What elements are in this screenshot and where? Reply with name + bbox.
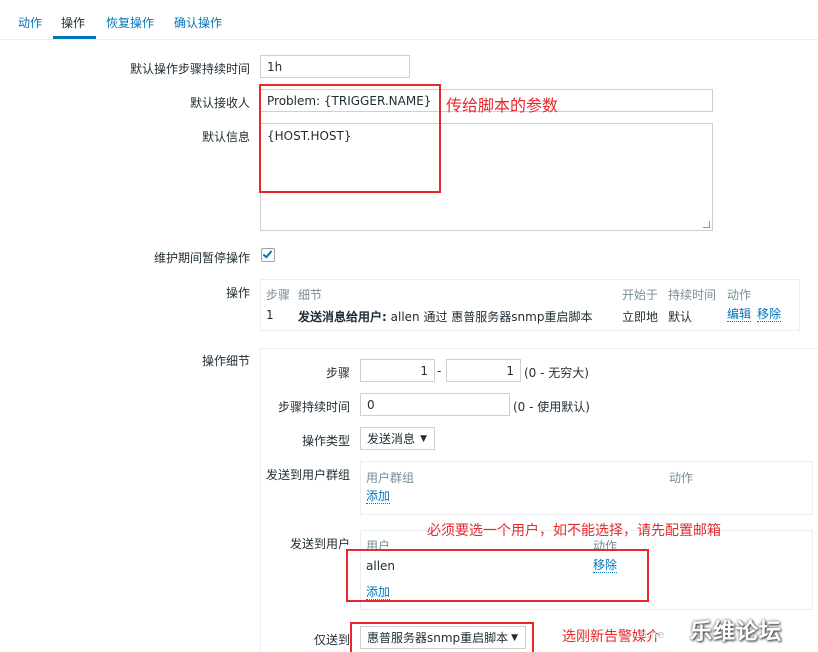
pause-label: 维护期间暂停操作 xyxy=(153,251,250,265)
op-row-edit-link[interactable]: 编辑 xyxy=(727,308,752,322)
col-group-action: 动作 xyxy=(669,471,694,485)
step-to-input[interactable]: 1 xyxy=(446,359,521,382)
checkmark-icon xyxy=(262,248,273,259)
watermark-url: n.ne xyxy=(640,628,665,641)
default-message-textarea[interactable]: {HOST.HOST} xyxy=(260,123,713,231)
tab-bar: 动作 操作 恢复操作 确认操作 xyxy=(0,0,818,40)
op-row-start: 立即地 xyxy=(622,310,659,324)
step-separator: - xyxy=(437,364,442,378)
tab-operations[interactable]: 操作 xyxy=(61,14,85,31)
user-table xyxy=(360,530,813,610)
default-message-text: {HOST.HOST} xyxy=(267,129,352,143)
steps-label: 步骤 xyxy=(325,366,350,380)
user-allen: allen xyxy=(366,559,396,573)
tab-action[interactable]: 动作 xyxy=(18,14,42,31)
step-duration-detail-label: 步骤持续时间 xyxy=(277,400,350,414)
step-duration-detail-input[interactable]: 0 xyxy=(360,393,510,416)
remove-user-link[interactable]: 移除 xyxy=(593,559,618,573)
col-step: 步骤 xyxy=(266,288,291,302)
col-user: 用户 xyxy=(366,539,391,553)
step-duration-input[interactable]: 1h xyxy=(260,55,410,78)
col-start: 开始于 xyxy=(622,288,659,302)
operations-label: 操作 xyxy=(225,286,250,300)
user-group-table xyxy=(360,461,813,515)
step-from-input[interactable]: 1 xyxy=(360,359,435,382)
op-row-duration: 默认 xyxy=(668,310,693,324)
col-detail: 细节 xyxy=(298,288,323,302)
op-type-label: 操作类型 xyxy=(301,434,350,448)
annotation-params: 传给脚本的参数 xyxy=(446,96,559,115)
dropdown-arrow-icon: ▼ xyxy=(420,433,427,444)
tab-ack-operations[interactable]: 确认操作 xyxy=(174,14,222,31)
op-row-detail-rest: allen 通过 惠普服务器snmp重启脚本 xyxy=(390,310,593,324)
step-duration-label: 默认操作步骤持续时间 xyxy=(129,62,250,76)
step-hint: (0 - 无穷大) xyxy=(524,366,589,380)
pause-checkbox[interactable] xyxy=(261,248,275,262)
resize-grip-icon[interactable] xyxy=(703,221,710,228)
tab-recovery-operations[interactable]: 恢复操作 xyxy=(106,14,154,31)
watermark: 乐维论坛 xyxy=(690,620,783,645)
only-to-select[interactable]: 惠普服务器snmp重启脚本 ▼ xyxy=(360,626,526,649)
op-type-value: 发送消息 xyxy=(367,432,416,446)
annotation-user-note: 必须要选一个用户，如不能选择，请先配置邮箱 xyxy=(427,523,721,539)
op-row-detail: 发送消息给用户: allen 通过 惠普服务器snmp重启脚本 xyxy=(298,308,592,325)
only-to-value: 惠普服务器snmp重启脚本 xyxy=(367,631,509,645)
op-type-select[interactable]: 发送消息 ▼ xyxy=(360,427,435,450)
op-row-step: 1 xyxy=(266,308,274,322)
default-subject-label: 默认接收人 xyxy=(189,96,250,110)
col-duration: 持续时间 xyxy=(668,288,717,302)
send-user-label: 发送到用户 xyxy=(289,537,350,551)
op-row-detail-bold: 发送消息给用户: xyxy=(298,310,387,324)
add-user-link[interactable]: 添加 xyxy=(366,586,391,600)
op-row-remove-link[interactable]: 移除 xyxy=(757,308,782,322)
col-action: 动作 xyxy=(727,288,752,302)
dropdown-arrow-icon: ▼ xyxy=(511,632,518,643)
active-tab-indicator xyxy=(53,36,96,39)
step-duration-hint: (0 - 使用默认) xyxy=(513,400,590,414)
col-user-group: 用户群组 xyxy=(366,471,415,485)
add-group-link[interactable]: 添加 xyxy=(366,490,391,504)
send-group-label: 发送到用户群组 xyxy=(265,468,350,482)
only-to-label: 仅送到 xyxy=(313,633,350,647)
operation-details-label: 操作细节 xyxy=(201,354,250,368)
default-message-label: 默认信息 xyxy=(201,130,250,144)
